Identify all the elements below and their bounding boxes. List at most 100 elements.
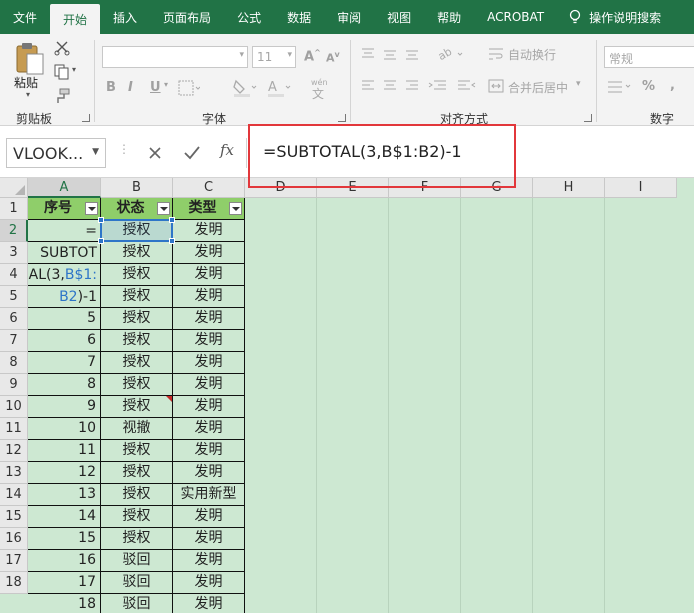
vertical-align-icons[interactable] — [360, 46, 440, 62]
paste-icon[interactable] — [14, 42, 46, 76]
cell-c14[interactable]: 实用新型 — [173, 484, 245, 506]
row-header-15[interactable]: 15 — [0, 506, 28, 528]
cell-b17[interactable]: 驳回 — [101, 550, 173, 572]
column-header-f[interactable]: F — [389, 178, 461, 198]
tab-home[interactable]: 开始 — [50, 4, 101, 34]
cell-b19[interactable]: 驳回 — [101, 594, 173, 613]
cell-b18[interactable]: 驳回 — [101, 572, 173, 594]
tab-insert[interactable]: 插入 — [100, 0, 150, 34]
cell-b6[interactable]: 授权 — [101, 308, 173, 330]
resize-handle[interactable] — [98, 217, 104, 223]
cell-b15[interactable]: 授权 — [101, 506, 173, 528]
font-name-dropdown-icon[interactable]: ▾ — [239, 50, 244, 60]
table-header-b[interactable]: 状态 — [101, 198, 173, 220]
row-header-6[interactable]: 6 — [0, 308, 28, 330]
clipboard-launcher-icon[interactable] — [82, 114, 90, 122]
cell-a12[interactable]: 11 — [28, 440, 101, 462]
cell-c6[interactable]: 发明 — [173, 308, 245, 330]
cell-c10[interactable]: 发明 — [173, 396, 245, 418]
row-header-7[interactable]: 7 — [0, 330, 28, 352]
cell-c7[interactable]: 发明 — [173, 330, 245, 352]
copy-dropdown-icon[interactable]: ▾ — [72, 65, 76, 74]
copy-icon[interactable] — [54, 64, 70, 80]
cell-c2[interactable]: 发明 — [173, 220, 245, 242]
filter-dropdown-icon[interactable] — [157, 202, 170, 215]
column-header-e[interactable]: E — [317, 178, 389, 198]
cell-b13[interactable]: 授权 — [101, 462, 173, 484]
merge-center-icon[interactable] — [488, 78, 504, 94]
cell-a15[interactable]: 14 — [28, 506, 101, 528]
table-header-a[interactable]: 序号 — [28, 198, 101, 220]
cell-c17[interactable]: 发明 — [173, 550, 245, 572]
cancel-icon[interactable] — [148, 146, 162, 160]
cell-b14[interactable]: 授权 — [101, 484, 173, 506]
row-header-2[interactable]: 2 — [0, 220, 28, 242]
row-header-18[interactable]: 18 — [0, 572, 28, 594]
wrap-text-label[interactable]: 自动换行 — [508, 46, 556, 63]
cell-c9[interactable]: 发明 — [173, 374, 245, 396]
column-header-c[interactable]: C — [173, 178, 245, 198]
comment-indicator-icon[interactable] — [166, 396, 172, 402]
cell-b10[interactable]: 授权 — [101, 396, 173, 418]
cell-c4[interactable]: 发明 — [173, 264, 245, 286]
paste-dropdown-icon[interactable]: ▾ — [26, 90, 30, 99]
cell-b16[interactable]: 授权 — [101, 528, 173, 550]
tab-data[interactable]: 数据 — [274, 0, 324, 34]
column-header-g[interactable]: G — [461, 178, 533, 198]
select-all-button[interactable] — [0, 178, 28, 198]
column-header-b[interactable]: B — [101, 178, 173, 198]
cell-a6[interactable]: 5 — [28, 308, 101, 330]
cell-b12[interactable]: 授权 — [101, 440, 173, 462]
insert-function-icon[interactable]: fx — [220, 141, 234, 159]
column-header-h[interactable]: H — [533, 178, 605, 198]
cell-a7[interactable]: 6 — [28, 330, 101, 352]
indent-icons[interactable] — [428, 78, 480, 94]
tab-formulas[interactable]: 公式 — [224, 0, 274, 34]
row-header-16[interactable]: 16 — [0, 528, 28, 550]
tab-review[interactable]: 审阅 — [324, 0, 374, 34]
cell-edit-text[interactable]: SUBTOT — [28, 242, 101, 264]
tab-acrobat[interactable]: ACROBAT — [474, 0, 557, 34]
filter-dropdown-icon[interactable] — [85, 202, 98, 215]
row-header-14[interactable]: 14 — [0, 484, 28, 506]
cell-b7[interactable]: 授权 — [101, 330, 173, 352]
column-header-d[interactable]: D — [245, 178, 317, 198]
wrap-text-icon[interactable] — [488, 46, 504, 62]
percent-icon[interactable]: % — [642, 79, 655, 94]
cell-b8[interactable]: 授权 — [101, 352, 173, 374]
cell-c3[interactable]: 发明 — [173, 242, 245, 264]
row-header-10[interactable]: 10 — [0, 396, 28, 418]
underline-icon[interactable]: U — [150, 80, 161, 95]
cell-a10[interactable]: 9 — [28, 396, 101, 418]
tell-me-search[interactable]: 操作说明搜索 — [565, 0, 674, 34]
cell-b11[interactable]: 视撤 — [101, 418, 173, 440]
cell-c19[interactable]: 发明 — [173, 594, 245, 613]
comma-style-icon[interactable]: , — [670, 78, 675, 93]
cut-icon[interactable] — [54, 40, 70, 56]
formula-input[interactable]: =SUBTOTAL(3,B$1:B2)-1 — [246, 138, 694, 168]
row-header-8[interactable]: 8 — [0, 352, 28, 374]
grow-font-icon[interactable]: A^ — [304, 48, 321, 64]
row-header-5[interactable]: 5 — [0, 286, 28, 308]
cell-a9[interactable]: 8 — [28, 374, 101, 396]
resize-handle[interactable] — [98, 238, 104, 244]
cell-b9[interactable]: 授权 — [101, 374, 173, 396]
row-header-4[interactable]: 4 — [0, 264, 28, 286]
name-box[interactable]: VLOOK... ▼ — [6, 138, 106, 168]
cell-c12[interactable]: 发明 — [173, 440, 245, 462]
fill-color-icon[interactable] — [232, 78, 258, 98]
format-painter-icon[interactable] — [54, 88, 70, 104]
shrink-font-icon[interactable]: Av — [326, 50, 340, 65]
cell-c16[interactable]: 发明 — [173, 528, 245, 550]
tab-help[interactable]: 帮助 — [424, 0, 474, 34]
merge-center-label[interactable]: 合并后居中 — [508, 79, 568, 96]
row-header-3[interactable]: 3 — [0, 242, 28, 264]
row-header-13[interactable]: 13 — [0, 462, 28, 484]
accounting-format-icon[interactable] — [606, 78, 636, 96]
resize-handle[interactable] — [169, 217, 175, 223]
cell-c8[interactable]: 发明 — [173, 352, 245, 374]
merge-dropdown-icon[interactable]: ▾ — [576, 79, 581, 89]
name-box-dropdown-icon[interactable]: ▼ — [92, 147, 99, 157]
cell-a13[interactable]: 12 — [28, 462, 101, 484]
orientation-icon[interactable]: ab — [436, 44, 464, 64]
